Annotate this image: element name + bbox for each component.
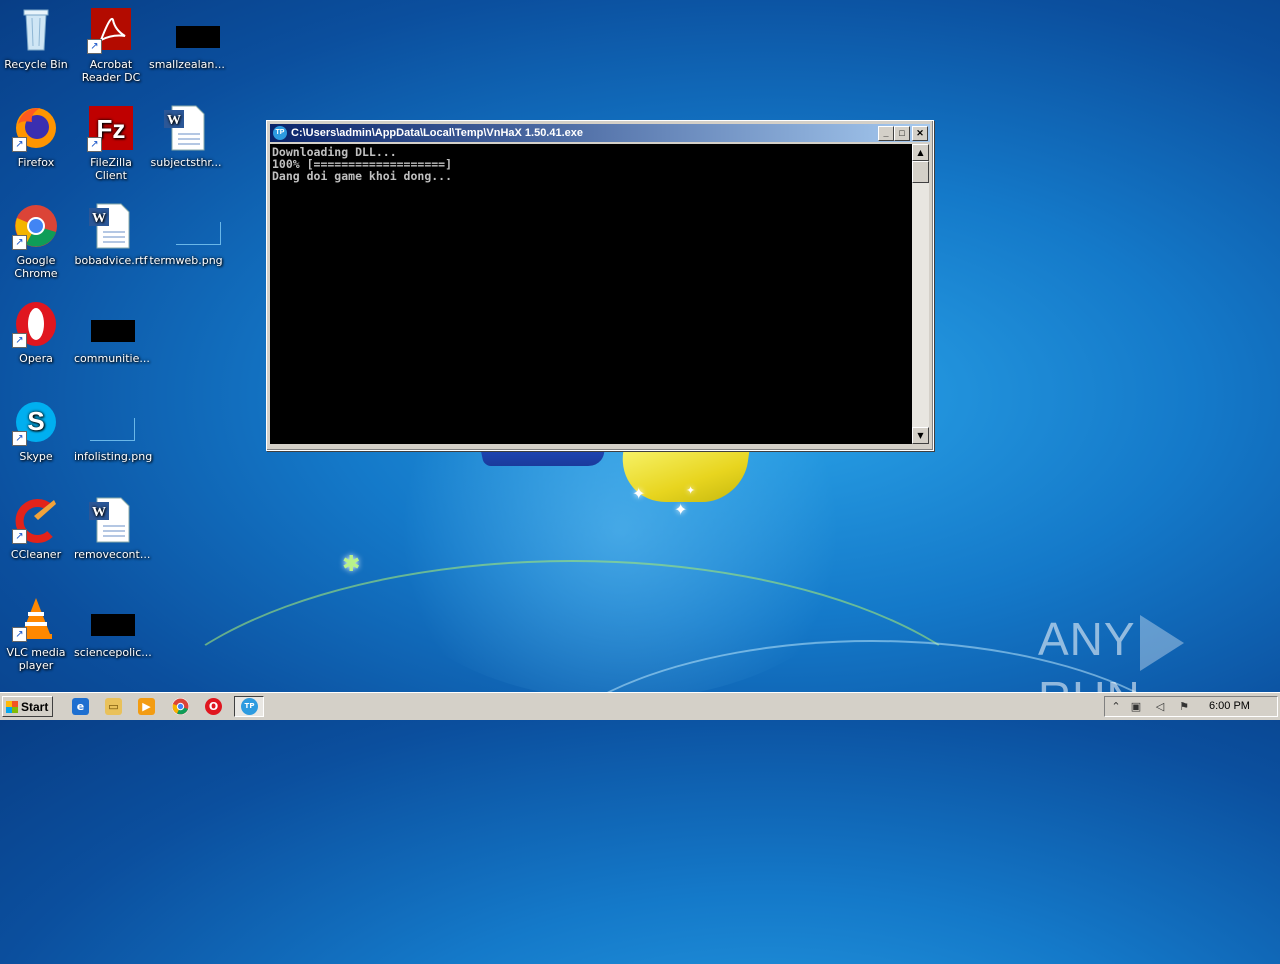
vlc-icon: ↗ bbox=[12, 594, 60, 642]
firefox-icon: ↗ bbox=[12, 104, 60, 152]
scroll-down-button[interactable]: ▼ bbox=[912, 427, 929, 444]
desktop-icon-label: CCleaner bbox=[10, 548, 62, 561]
desktop-icon-label: Google Chrome bbox=[14, 254, 58, 280]
word-document-icon: W bbox=[87, 496, 135, 544]
desktop-icon-label: Opera bbox=[19, 352, 53, 365]
shortcut-arrow-icon: ↗ bbox=[12, 627, 27, 642]
desktop-icon-communitie[interactable]: communitie... bbox=[74, 300, 150, 365]
internet-explorer-icon[interactable]: e bbox=[72, 698, 89, 715]
desktop-icon-label: Skype bbox=[19, 450, 53, 463]
system-tray: ⌃ ▣ ◁ ⚑ 6:00 PM bbox=[1104, 696, 1278, 717]
windows-logo-icon bbox=[6, 701, 18, 713]
vertical-scrollbar[interactable]: ▲ ▼ bbox=[912, 144, 929, 444]
acrobat-icon: ↗ bbox=[87, 6, 135, 54]
shortcut-arrow-icon: ↗ bbox=[12, 333, 27, 348]
wallpaper-sparkle: ✦ bbox=[632, 484, 646, 503]
volume-icon[interactable]: ◁ bbox=[1153, 700, 1167, 714]
desktop-icon-removecont[interactable]: W removecont... bbox=[74, 496, 151, 561]
desktop-icon-ccleaner[interactable]: ↗ CCleaner bbox=[0, 496, 73, 561]
start-label: Start bbox=[21, 700, 49, 714]
vnhax-app-icon: TP bbox=[241, 698, 258, 715]
console-title: C:\Users\admin\AppData\Local\Temp\VnHaX … bbox=[291, 127, 584, 139]
chrome-icon: ↗ bbox=[12, 202, 60, 250]
desktop-icon-label: subjectsthr... bbox=[150, 156, 222, 169]
file-thumbnail-icon bbox=[87, 594, 135, 642]
desktop-icon-label: termweb.png bbox=[149, 254, 223, 267]
svg-text:W: W bbox=[92, 505, 106, 520]
shortcut-arrow-icon: ↗ bbox=[12, 137, 27, 152]
maximize-button[interactable]: □ bbox=[894, 126, 910, 141]
desktop-icon-label: sciencepolic... bbox=[74, 646, 152, 659]
desktop-icon-skype[interactable]: S ↗ Skype bbox=[0, 398, 73, 463]
image-file-icon bbox=[162, 202, 221, 250]
desktop-icon-google-chrome[interactable]: ↗ Google Chrome bbox=[0, 202, 73, 280]
desktop-icon-infolisting[interactable]: infolisting.png bbox=[74, 398, 153, 463]
shortcut-arrow-icon: ↗ bbox=[12, 431, 27, 446]
wallpaper-sparkle: ✦ bbox=[686, 484, 696, 497]
network-icon[interactable]: ▣ bbox=[1129, 700, 1143, 714]
console-title-bar[interactable]: TP C:\Users\admin\AppData\Local\Temp\VnH… bbox=[270, 124, 930, 142]
console-window[interactable]: TP C:\Users\admin\AppData\Local\Temp\VnH… bbox=[266, 120, 934, 451]
minimize-button[interactable]: _ bbox=[878, 126, 894, 141]
skype-icon: S ↗ bbox=[12, 398, 60, 446]
svg-text:W: W bbox=[167, 113, 181, 128]
scroll-thumb[interactable] bbox=[912, 161, 929, 183]
taskbar: Start e ▭ ▶ O TP ⌃ ▣ ◁ ⚑ 6:00 PM bbox=[0, 692, 1280, 720]
desktop-icon-bobadvice[interactable]: W bobadvice.rtf bbox=[74, 202, 148, 267]
desktop-icon-label: bobadvice.rtf bbox=[74, 254, 148, 267]
desktop-icon-vlc[interactable]: ↗ VLC media player bbox=[0, 594, 73, 672]
play-icon bbox=[1139, 614, 1184, 671]
shortcut-arrow-icon: ↗ bbox=[87, 39, 102, 54]
desktop-icon-acrobat-reader[interactable]: ↗ Acrobat Reader DC bbox=[74, 6, 148, 84]
desktop-icon-termweb[interactable]: termweb.png bbox=[149, 202, 223, 267]
desktop-icon-opera[interactable]: ↗ Opera bbox=[0, 300, 73, 365]
desktop-icon-filezilla[interactable]: Fz ↗ FileZilla Client bbox=[74, 104, 148, 182]
desktop-icon-recycle-bin[interactable]: Recycle Bin bbox=[0, 6, 73, 71]
console-output[interactable]: Downloading DLL... 100% [===============… bbox=[270, 144, 912, 444]
desktop-icon-label: Recycle Bin bbox=[4, 58, 68, 71]
desktop-icon-firefox[interactable]: ↗ Firefox bbox=[0, 104, 73, 169]
folder-icon[interactable]: ▭ bbox=[105, 698, 122, 715]
start-button[interactable]: Start bbox=[2, 696, 53, 717]
close-button[interactable]: ✕ bbox=[912, 126, 928, 141]
desktop-icon-label: VLC media player bbox=[6, 646, 66, 672]
svg-text:S: S bbox=[27, 406, 44, 436]
recycle-bin-icon bbox=[12, 6, 60, 54]
word-document-icon: W bbox=[87, 202, 135, 250]
shortcut-arrow-icon: ↗ bbox=[12, 529, 27, 544]
desktop-icon-label: infolisting.png bbox=[74, 450, 153, 463]
image-file-icon bbox=[87, 398, 135, 446]
wallpaper-sparkle: ✦ bbox=[674, 500, 688, 519]
vnhax-taskbar-button[interactable]: TP bbox=[234, 696, 264, 717]
opera-icon: ↗ bbox=[12, 300, 60, 348]
desktop-icon-label: communitie... bbox=[74, 352, 150, 365]
vnhax-app-icon: TP bbox=[273, 126, 287, 140]
shortcut-arrow-icon: ↗ bbox=[87, 137, 102, 152]
opera-taskbar-icon[interactable]: O bbox=[205, 698, 222, 715]
desktop-icon-label: smallzealan... bbox=[149, 58, 225, 71]
shortcut-arrow-icon: ↗ bbox=[12, 235, 27, 250]
chrome-taskbar-icon[interactable] bbox=[172, 698, 189, 715]
console-line: Dang doi game khoi dong... bbox=[272, 169, 453, 183]
scroll-up-button[interactable]: ▲ bbox=[912, 144, 929, 161]
desktop-icon-label: Acrobat Reader DC bbox=[81, 58, 141, 84]
desktop-icon-subjectsthr[interactable]: W subjectsthr... bbox=[149, 104, 223, 169]
action-center-flag-icon[interactable]: ⚑ bbox=[1177, 700, 1191, 714]
svg-text:W: W bbox=[92, 211, 106, 226]
word-document-icon: W bbox=[162, 104, 210, 152]
ccleaner-icon: ↗ bbox=[12, 496, 60, 544]
desktop-icon-smallzealan[interactable]: smallzealan... bbox=[149, 6, 225, 71]
file-thumbnail-icon bbox=[162, 6, 220, 54]
show-hidden-icons-icon[interactable]: ⌃ bbox=[1109, 700, 1123, 714]
watermark-text-left: ANY bbox=[1038, 613, 1136, 665]
desktop-icon-label: Firefox bbox=[17, 156, 55, 169]
media-player-icon[interactable]: ▶ bbox=[138, 698, 155, 715]
wallpaper-sparkle: ✱ bbox=[342, 552, 361, 577]
desktop-icon-label: removecont... bbox=[74, 548, 151, 561]
file-thumbnail-icon bbox=[87, 300, 135, 348]
filezilla-icon: Fz ↗ bbox=[87, 104, 135, 152]
desktop-icon-sciencepolic[interactable]: sciencepolic... bbox=[74, 594, 152, 659]
clock[interactable]: 6:00 PM bbox=[1209, 697, 1250, 716]
desktop-icon-label: FileZilla Client bbox=[90, 156, 132, 182]
